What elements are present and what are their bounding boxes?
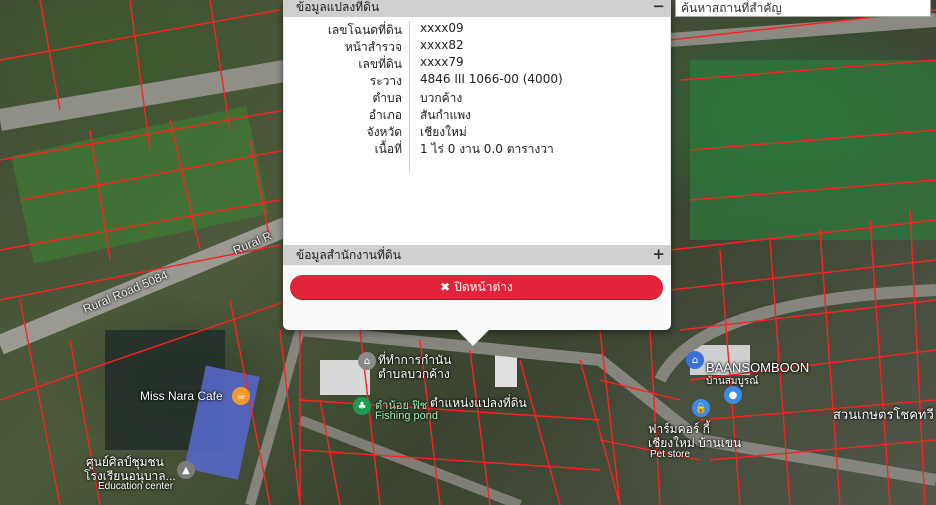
expand-icon[interactable]: + <box>652 245 665 263</box>
school-icon[interactable]: ▲ <box>177 461 195 479</box>
info-row: เนื้อที่ 1 ไร่ 0 งาน 0.0 ตารางวา <box>284 140 672 157</box>
info-value: 4846 III 1066-00 (4000) <box>420 72 563 86</box>
info-row: จังหวัด เชียงใหม่ <box>284 123 672 140</box>
green-field <box>690 60 936 240</box>
info-row: หน้าสำรวจ xxxx82 <box>284 38 672 55</box>
info-row: อำเภอ สันกำแพง <box>284 106 672 123</box>
poi-label[interactable]: Education center <box>98 481 173 492</box>
close-window-button[interactable]: ✖ ปิดหน้าต่าง <box>290 275 663 300</box>
info-label: เนื้อที่ <box>374 142 402 156</box>
lock-icon[interactable]: 🔒 <box>692 399 710 417</box>
poi-label[interactable]: Miss Nara Cafe <box>140 389 223 403</box>
land-office-title: ข้อมูลสำนักงานที่ดิน <box>296 248 401 262</box>
road <box>245 328 305 505</box>
close-icon: ✖ <box>440 280 451 294</box>
road <box>669 13 936 47</box>
poi-label[interactable]: ตำบลบวกค้าง <box>378 365 450 384</box>
cafe-icon[interactable]: ☕ <box>232 387 250 405</box>
info-row: เลขโฉนดที่ดิน xxxx09 <box>284 21 672 38</box>
government-office-icon[interactable]: ⌂ <box>358 352 376 370</box>
poi-label[interactable]: สวนเกษตรโชคทวี <box>833 404 934 425</box>
poi-label[interactable]: BAANSOMBOON <box>706 360 809 375</box>
park-icon[interactable]: ♣ <box>353 397 371 415</box>
info-value: 1 ไร่ 0 งาน 0.0 ตารางวา <box>420 142 554 156</box>
info-row: ตำบล บวกค้าง <box>284 89 672 106</box>
info-value: xxxx09 <box>420 21 464 35</box>
land-parcel-info-popup: ข้อมูลแปลงที่ดิน − เลขโฉนดที่ดิน xxxx09 … <box>283 0 671 330</box>
land-office-header[interactable]: ข้อมูลสำนักงานที่ดิน + <box>283 245 671 265</box>
parcel-info-header[interactable]: ข้อมูลแปลงที่ดิน − <box>283 0 671 17</box>
info-row: เลขที่ดิน xxxx79 <box>284 55 672 72</box>
close-window-label: ปิดหน้าต่าง <box>454 280 513 294</box>
parcel-position-label: ตำแหน่งแปลงที่ดิน <box>430 396 527 410</box>
home-icon[interactable]: ⌂ <box>686 351 704 369</box>
building-roof <box>495 355 517 387</box>
info-value: xxxx79 <box>420 55 464 69</box>
parcel-info-body: เลขโฉนดที่ดิน xxxx09 หน้าสำรวจ xxxx82 เล… <box>283 17 671 245</box>
info-value: xxxx82 <box>420 38 464 52</box>
poi-label[interactable]: Pet store <box>650 449 690 460</box>
poi-label[interactable]: Fishing pond <box>375 410 438 422</box>
location-pin-icon[interactable]: ● <box>724 386 742 404</box>
collapse-icon[interactable]: − <box>652 0 665 15</box>
landmark-search-input[interactable]: ค้นหาสถานที่สำคัญ <box>675 0 931 17</box>
info-row: ระวาง 4846 III 1066-00 (4000) <box>284 72 672 89</box>
popup-pointer <box>456 329 490 346</box>
parcel-info-title: ข้อมูลแปลงที่ดิน <box>296 0 380 14</box>
